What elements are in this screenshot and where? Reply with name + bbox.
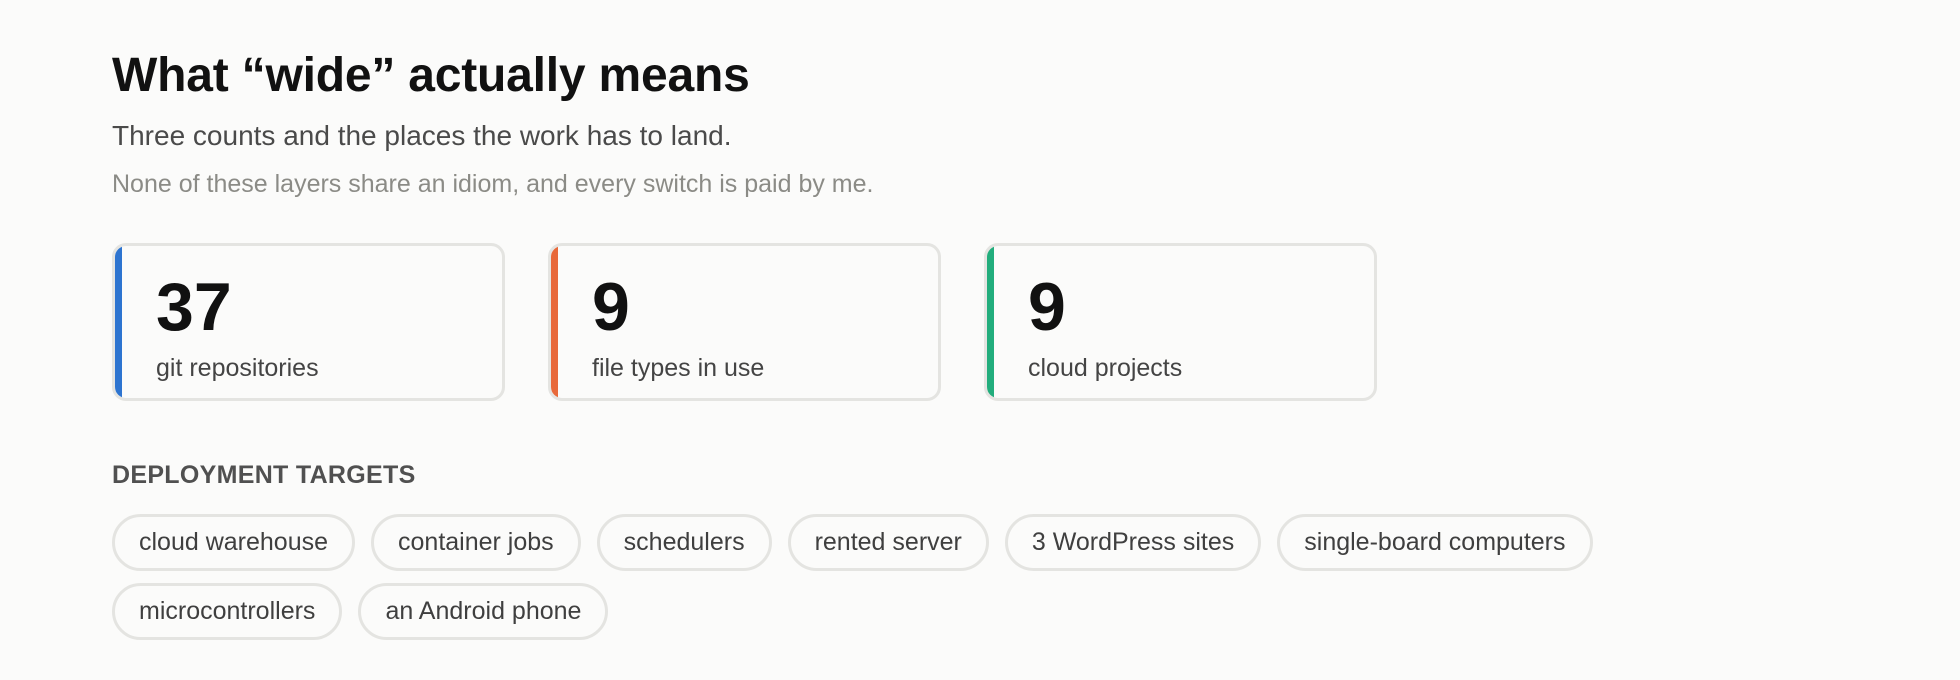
stat-card-repositories: 37 git repositories [112,243,505,401]
stat-accent-bar [115,246,122,398]
deployment-targets-list: cloud warehouse container jobs scheduler… [112,514,1672,640]
target-pill: an Android phone [358,583,609,640]
deployment-targets-heading: DEPLOYMENT TARGETS [112,461,416,489]
target-pill: cloud warehouse [112,514,356,571]
target-pill: 3 WordPress sites [1004,514,1262,571]
page-note: None of these layers share an idiom, and… [112,170,874,198]
stat-card-file-types: 9 file types in use [548,243,941,401]
target-pill: schedulers [596,514,772,571]
stat-value: 9 [1028,269,1066,345]
stat-card-cloud-projects: 9 cloud projects [984,243,1377,401]
target-pill: container jobs [371,514,581,571]
stat-value: 9 [592,269,630,345]
stat-cards: 37 git repositories 9 file types in use … [112,243,1377,401]
stat-label: file types in use [592,354,765,382]
page-subtitle: Three counts and the places the work has… [112,120,732,151]
target-pill: rented server [787,514,989,571]
target-pill: single-board computers [1277,514,1593,571]
stat-label: git repositories [156,354,319,382]
stat-label: cloud projects [1028,354,1183,382]
stat-value: 37 [156,269,232,345]
stat-accent-bar [551,246,558,398]
target-pill: microcontrollers [112,583,343,640]
stat-accent-bar [987,246,994,398]
page-title: What “wide” actually means [112,49,750,102]
